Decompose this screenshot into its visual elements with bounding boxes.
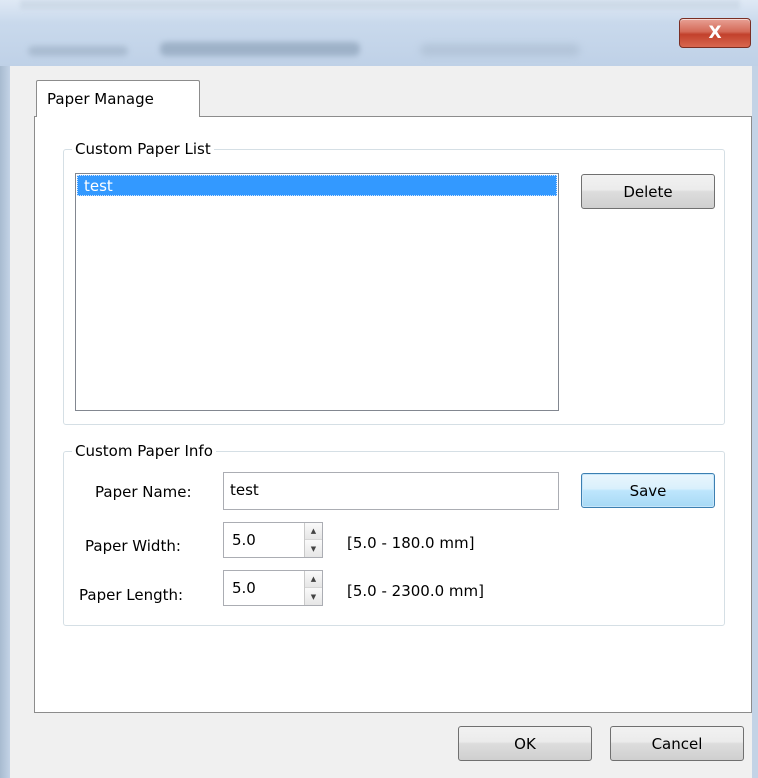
title-bar: X	[0, 0, 758, 66]
chevron-up-icon[interactable]: ▲	[305, 523, 322, 540]
list-item[interactable]: test	[77, 175, 557, 196]
paper-width-range: [5.0 - 180.0 mm]	[347, 534, 475, 552]
tab-label: Paper Manage	[47, 90, 154, 108]
close-button[interactable]: X	[679, 18, 751, 48]
group-title: Custom Paper Info	[72, 441, 216, 461]
background-blur	[20, 0, 740, 10]
chevron-up-icon[interactable]: ▲	[305, 571, 322, 588]
paper-length-spinner[interactable]: ▲ ▼	[304, 571, 322, 605]
background-blur	[160, 42, 360, 56]
paper-width-value: 5.0	[232, 531, 256, 549]
delete-button[interactable]: Delete	[581, 174, 715, 209]
paper-name-input[interactable]: test	[223, 472, 559, 510]
paper-width-label: Paper Width:	[85, 537, 181, 555]
paper-width-stepper[interactable]: 5.0 ▲ ▼	[223, 522, 323, 558]
ok-button[interactable]: OK	[458, 726, 592, 761]
chevron-down-icon[interactable]: ▼	[305, 588, 322, 605]
cancel-button[interactable]: Cancel	[610, 726, 744, 761]
tab-paper-manage[interactable]: Paper Manage	[36, 80, 200, 117]
group-title: Custom Paper List	[72, 139, 214, 159]
custom-paper-listbox[interactable]: test	[75, 173, 559, 411]
background-blur	[28, 46, 128, 56]
window-frame-right	[752, 66, 758, 778]
window-frame-left	[0, 66, 10, 778]
close-icon: X	[708, 23, 722, 43]
save-button[interactable]: Save	[581, 473, 715, 508]
tab-panel: Custom Paper List test Delete Custom Pap…	[34, 116, 752, 713]
paper-length-stepper[interactable]: 5.0 ▲ ▼	[223, 570, 323, 606]
dialog-client-area: Paper Manage Custom Paper List test Dele…	[10, 66, 752, 778]
paper-name-label: Paper Name:	[95, 483, 192, 501]
paper-width-spinner[interactable]: ▲ ▼	[304, 523, 322, 557]
paper-length-range: [5.0 - 2300.0 mm]	[347, 582, 484, 600]
chevron-down-icon[interactable]: ▼	[305, 540, 322, 557]
background-blur	[420, 44, 580, 56]
paper-length-label: Paper Length:	[79, 586, 184, 604]
paper-length-value: 5.0	[232, 579, 256, 597]
